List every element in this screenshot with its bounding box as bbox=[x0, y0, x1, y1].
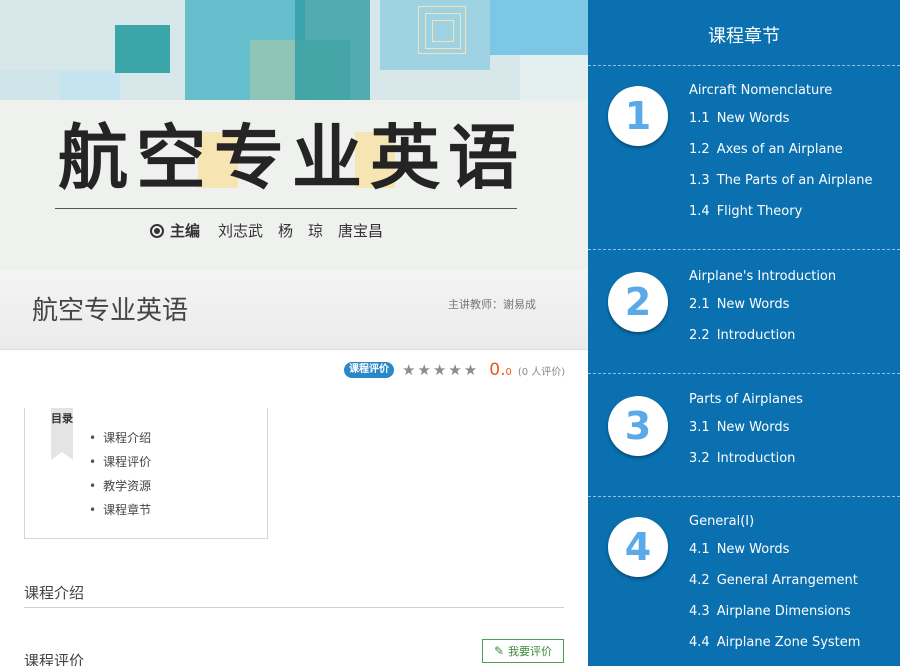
course-cover-image: 航空专业英语 主编 刘志武 杨 琼 唐宝昌 bbox=[0, 0, 588, 270]
chapter-item[interactable]: 1.4 Flight Theory bbox=[689, 203, 872, 234]
chapter-item-list: 1.1 New Words 1.2 Axes of an Airplane 1.3 T… bbox=[689, 110, 872, 234]
chapters-panel-title: 课程章节 bbox=[708, 26, 780, 47]
section-intro-heading: 课程介绍 bbox=[24, 582, 564, 608]
chapter-title[interactable]: Aircraft Nomenclature bbox=[689, 83, 832, 98]
bullet-icon bbox=[150, 223, 164, 238]
course-title: 航空专业英语 bbox=[32, 296, 189, 326]
chapter-item-label: New Words bbox=[716, 420, 790, 435]
chapter-item[interactable]: 1.2 Axes of an Airplane bbox=[689, 141, 872, 172]
chapter-1: 1 Aircraft Nomenclature 1.1 New Words 1.2… bbox=[588, 66, 900, 250]
chapter-item-index: 4.2 bbox=[689, 573, 710, 588]
cover-decor-block bbox=[115, 25, 170, 73]
rating-score: 0.0 bbox=[489, 360, 512, 380]
rating-stars-icon: ★★★★★ bbox=[402, 361, 480, 379]
toc-item-review[interactable]: 课程评价 bbox=[89, 452, 151, 476]
cover-decor-block bbox=[490, 0, 588, 55]
cover-decor-block bbox=[60, 72, 120, 102]
course-header: 航空专业英语 主讲教师：谢易成 bbox=[0, 270, 588, 350]
chapter-item-index: 4.1 bbox=[689, 542, 710, 557]
chapter-item[interactable]: 4.2 General Arrangement bbox=[689, 572, 860, 603]
editor-names: 刘志武 杨 琼 唐宝昌 bbox=[218, 222, 384, 240]
chapter-item-list: 2.1 New Words 2.2 Introduction bbox=[689, 296, 795, 358]
chapter-item[interactable]: 3.2 Introduction bbox=[689, 450, 795, 481]
chapter-number-badge: 4 bbox=[608, 517, 668, 577]
chapter-item-index: 3.1 bbox=[689, 420, 710, 435]
chapter-number-badge: 1 bbox=[608, 86, 668, 146]
chapter-item[interactable]: 1.1 New Words bbox=[689, 110, 872, 141]
chapter-item[interactable]: 2.1 New Words bbox=[689, 296, 795, 327]
cover-decor-block bbox=[295, 0, 370, 100]
course-rating: 课程评价 ★★★★★ 0.0 (0 人评价) bbox=[344, 360, 566, 380]
chapter-title[interactable]: Parts of Airplanes bbox=[689, 392, 803, 407]
toc-bookmark-tag: 目录 bbox=[51, 408, 73, 460]
chapter-item-label: Airplane Dimensions bbox=[716, 604, 851, 619]
course-main-column: 航空专业英语 主编 刘志武 杨 琼 唐宝昌 航空专业英语 主讲教师：谢易成 课程… bbox=[0, 0, 588, 666]
cover-decor-block bbox=[520, 55, 588, 103]
chapter-item-index: 1.4 bbox=[689, 204, 710, 219]
cover-concentric-squares bbox=[418, 6, 466, 54]
chapter-item-label: General Arrangement bbox=[716, 573, 858, 588]
editor-label: 主编 bbox=[170, 222, 201, 240]
chapter-item-index: 3.2 bbox=[689, 451, 710, 466]
chapter-item[interactable]: 1.3 The Parts of an Airplane bbox=[689, 172, 872, 203]
toc-item-intro[interactable]: 课程介绍 bbox=[89, 428, 151, 452]
chapter-item-label: Airplane Zone System bbox=[716, 635, 861, 650]
toc-item-chapters[interactable]: 课程章节 bbox=[89, 500, 151, 524]
chapter-title[interactable]: General(I) bbox=[689, 514, 754, 529]
chapter-item-index: 1.1 bbox=[689, 111, 710, 126]
cover-editors: 主编 刘志武 杨 琼 唐宝昌 bbox=[150, 220, 383, 241]
chapter-item-list: 4.1 New Words 4.2 General Arrangement 4.3 A… bbox=[689, 541, 860, 665]
chapter-item-label: New Words bbox=[716, 542, 790, 557]
rating-count: (0 人评价) bbox=[517, 366, 566, 378]
cover-book-title: 航空专业英语 bbox=[58, 117, 526, 199]
chapter-item-label: New Words bbox=[716, 111, 790, 126]
chapter-item[interactable]: 2.2 Introduction bbox=[689, 327, 795, 358]
chapter-item-label: Introduction bbox=[716, 328, 796, 343]
chapter-number-badge: 3 bbox=[608, 396, 668, 456]
table-of-contents: 目录 课程介绍 课程评价 教学资源 课程章节 bbox=[24, 408, 268, 539]
chapter-2: 2 Airplane's Introduction 2.1 New Words 2… bbox=[588, 250, 900, 372]
chapter-item-index: 1.2 bbox=[689, 142, 710, 157]
chapters-panel: 课程章节 1 Aircraft Nomenclature 1.1 New Word… bbox=[588, 0, 900, 666]
cover-divider bbox=[55, 208, 517, 209]
chapter-item-label: Axes of an Airplane bbox=[716, 142, 843, 157]
chapter-3: 3 Parts of Airplanes 3.1 New Words 3.2 Int… bbox=[588, 374, 900, 496]
course-teacher: 主讲教师：谢易成 bbox=[448, 298, 536, 311]
toc-list: 课程介绍 课程评价 教学资源 课程章节 bbox=[89, 428, 151, 524]
chapter-number-badge: 2 bbox=[608, 272, 668, 332]
chapter-item-list: 3.1 New Words 3.2 Introduction bbox=[689, 419, 795, 481]
chapter-item[interactable]: 4.3 Airplane Dimensions bbox=[689, 603, 860, 634]
toc-item-resources[interactable]: 教学资源 bbox=[89, 476, 151, 500]
rating-score-main: 0. bbox=[489, 360, 506, 380]
chapter-item[interactable]: 4.4 Airplane Zone System bbox=[689, 634, 860, 665]
rating-score-decimal: 0 bbox=[505, 367, 512, 378]
chapter-item-index: 2.2 bbox=[689, 328, 710, 343]
chapter-item[interactable]: 4.1 New Words bbox=[689, 541, 860, 572]
chapter-item-label: The Parts of an Airplane bbox=[716, 173, 873, 188]
chapter-4: 4 General(I) 4.1 New Words 4.2 General Arr… bbox=[588, 497, 900, 666]
chapter-item-label: Introduction bbox=[716, 451, 796, 466]
chapter-item-index: 4.4 bbox=[689, 635, 710, 650]
chapter-title[interactable]: Airplane's Introduction bbox=[689, 269, 836, 284]
chapter-item-index: 1.3 bbox=[689, 173, 710, 188]
chapter-item-index: 4.3 bbox=[689, 604, 710, 619]
chapter-item-label: Flight Theory bbox=[716, 204, 803, 219]
chapter-item-index: 2.1 bbox=[689, 297, 710, 312]
chapter-item[interactable]: 3.1 New Words bbox=[689, 419, 795, 450]
write-review-label: 我要评价 bbox=[508, 645, 553, 658]
chapter-item-label: New Words bbox=[716, 297, 790, 312]
pencil-icon: ✎ bbox=[493, 644, 505, 658]
rating-badge[interactable]: 课程评价 bbox=[344, 362, 394, 378]
write-review-button[interactable]: ✎ 我要评价 bbox=[482, 639, 564, 663]
